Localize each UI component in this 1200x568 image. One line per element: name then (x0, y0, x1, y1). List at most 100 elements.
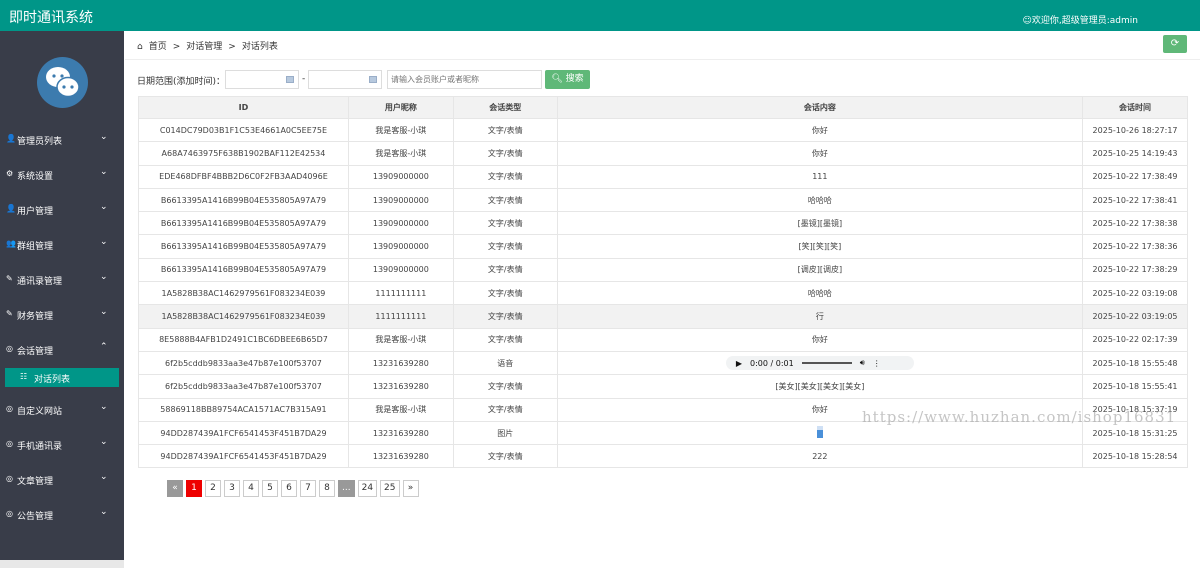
horizontal-scrollbar[interactable] (0, 560, 124, 568)
table-header: ID 用户昵称 会话类型 会话内容 会话时间 (138, 96, 1188, 119)
page-24[interactable]: 24 (357, 480, 378, 497)
cell-id: B6613395A1416B99B04E535805A97A79 (138, 234, 349, 259)
sidebar-item-label: 通讯录管理 (17, 277, 63, 287)
table-row: B6613395A1416B99B04E535805A97A79 13909000… (138, 257, 1188, 283)
page-2[interactable]: 2 (205, 480, 221, 497)
cell-content: 哈哈哈 (556, 187, 1084, 213)
table-row: 6f2b5cddb9833aa3e47b87e100f53707 13231639… (138, 374, 1188, 399)
sidebar-item-9[interactable]: ◎ 文章管理 ⌄ (0, 462, 124, 497)
cell-time: 2025-10-18 15:28:54 (1082, 444, 1188, 469)
page-1[interactable]: 1 (186, 480, 202, 497)
table-row: 1A5828B38AC1462979561F083234E039 11111111… (138, 281, 1188, 306)
search-input[interactable] (387, 70, 542, 89)
audio-player[interactable]: ▶ 0:00 / 0:01 🔊︎ ⋮ (725, 356, 914, 371)
cell-content: [墨镜][墨镜] (556, 211, 1084, 236)
end-date-input[interactable] (308, 70, 382, 89)
cell-id: B6613395A1416B99B04E535805A97A79 (138, 211, 349, 236)
chat-icon: ◎ (6, 509, 13, 518)
cell-type: 文字/表情 (452, 444, 558, 469)
page-4[interactable]: 4 (243, 480, 259, 497)
prev-page-button[interactable]: « (167, 480, 183, 497)
pagination: «1 2 3 4 5 6 7 8... 24 25» (167, 480, 419, 497)
welcome-text[interactable]: ☺欢迎你,超级管理员:admin (1023, 13, 1138, 26)
sidebar-item-7[interactable]: ◎ 自定义网站 ⌄ (0, 392, 124, 427)
start-date-input[interactable] (225, 70, 299, 89)
cell-type: 语音 (452, 350, 558, 376)
search-button[interactable]: 🔍︎ 搜索 (545, 70, 590, 89)
cell-id: 8E5888B4AFB1D2491C1BC6DBEE6B65D7 (138, 327, 349, 352)
cell-type: 图片 (452, 420, 558, 446)
image-thumbnail[interactable] (816, 426, 823, 438)
sidebar-item-label: 管理员列表 (17, 137, 63, 147)
sidebar-item-6[interactable]: ◎ 会话管理 ⌃ (0, 332, 124, 367)
user-icon: 👤 (6, 204, 16, 213)
volume-icon[interactable]: 🔊︎ (860, 358, 865, 368)
chevron-down-icon: ⌄ (100, 472, 108, 482)
cell-time: 2025-10-18 15:55:48 (1082, 350, 1188, 376)
col-type: 会话类型 (452, 96, 558, 119)
search-icon: 🔍︎ (551, 74, 563, 84)
cell-id: EDE468DFBF4BBB2D6C0F2FB3AAD4096E (138, 164, 349, 189)
sidebar-item-0[interactable]: 👤 管理员列表 ⌄ (0, 122, 124, 157)
sidebar-subitem-dialog-list[interactable]: ☷ 对话列表 (5, 368, 119, 387)
list-icon: ☷ (20, 372, 28, 381)
table-row: B6613395A1416B99B04E535805A97A79 13909000… (138, 187, 1188, 213)
play-icon[interactable]: ▶ (736, 359, 742, 368)
calendar-icon (369, 76, 377, 83)
col-id: ID (138, 96, 349, 119)
cell-nickname: 1111111111 (347, 281, 454, 306)
next-page-button[interactable]: » (402, 480, 419, 497)
sidebar-item-label: 会话管理 (17, 347, 54, 357)
sidebar-item-label: 公告管理 (17, 512, 54, 522)
refresh-button[interactable]: ⟳ (1163, 35, 1187, 53)
cell-nickname: 1111111111 (347, 304, 454, 329)
cell-type: 文字/表情 (452, 117, 558, 143)
more-icon[interactable]: ⋮ (873, 359, 881, 368)
page-25[interactable]: 25 (380, 480, 400, 497)
sidebar-item-1[interactable]: ⚙ 系统设置 ⌄ (0, 157, 124, 192)
cell-nickname: 我是客服-小琪 (347, 397, 454, 422)
chevron-up-icon: ⌃ (100, 342, 108, 352)
page-5[interactable]: 5 (262, 480, 278, 497)
cell-id: 58869118BB89754ACA1571AC7B315A91 (138, 397, 349, 422)
cell-id: 94DD287439A1FCF6541453F451B7DA29 (138, 444, 349, 469)
breadcrumb-home[interactable]: 首页 (149, 42, 167, 52)
page-6[interactable]: 6 (281, 480, 297, 497)
cell-id: A68A7463975F638B1902BAF112E42534 (138, 141, 349, 166)
cell-nickname: 13909000000 (347, 187, 454, 213)
chat-icon: ◎ (6, 404, 13, 413)
cell-content: 哈哈哈 (556, 281, 1084, 306)
col-time: 会话时间 (1082, 96, 1188, 119)
sidebar-item-5[interactable]: ✎ 财务管理 ⌄ (0, 297, 124, 332)
cell-time: 2025-10-22 03:19:05 (1082, 304, 1188, 329)
refresh-icon: ⟳ (1170, 38, 1180, 49)
cell-type: 文字/表情 (452, 164, 558, 189)
chat-icon: ◎ (6, 439, 13, 448)
cell-id: 1A5828B38AC1462979561F083234E039 (138, 281, 349, 306)
cell-content: ▶ 0:00 / 0:01 🔊︎ ⋮ (556, 350, 1084, 376)
sidebar-item-2[interactable]: 👤 用户管理 ⌄ (0, 192, 124, 227)
cell-time: 2025-10-22 17:38:36 (1082, 234, 1188, 259)
chevron-down-icon: ⌄ (100, 402, 108, 412)
sidebar-item-8[interactable]: ◎ 手机通讯录 ⌄ (0, 427, 124, 462)
edit-icon: ✎ (6, 274, 13, 283)
sidebar-item-3[interactable]: 👥 群组管理 ⌄ (0, 227, 124, 262)
user-icon: 👤 (6, 134, 16, 143)
page-8[interactable]: 8 (319, 480, 335, 497)
breadcrumb-dialog-management[interactable]: 对话管理 (186, 42, 222, 52)
cell-nickname: 我是客服-小琪 (347, 141, 454, 166)
cell-time: 2025-10-22 17:38:29 (1082, 257, 1188, 283)
sidebar-item-label: 用户管理 (17, 207, 54, 217)
cell-content: 你好 (556, 141, 1084, 166)
page-7[interactable]: 7 (300, 480, 316, 497)
chevron-down-icon: ⌄ (100, 507, 108, 517)
audio-progress[interactable] (801, 362, 852, 365)
page-3[interactable]: 3 (224, 480, 240, 497)
sidebar-item-10[interactable]: ◎ 公告管理 ⌄ (0, 497, 124, 532)
cell-time: 2025-10-26 18:27:17 (1082, 117, 1188, 143)
sidebar-item-label: 财务管理 (17, 312, 54, 322)
cell-type: 文字/表情 (452, 304, 558, 329)
cell-time: 2025-10-22 03:19:08 (1082, 281, 1188, 306)
chevron-down-icon: ⌄ (100, 307, 108, 317)
sidebar-item-4[interactable]: ✎ 通讯录管理 ⌄ (0, 262, 124, 297)
